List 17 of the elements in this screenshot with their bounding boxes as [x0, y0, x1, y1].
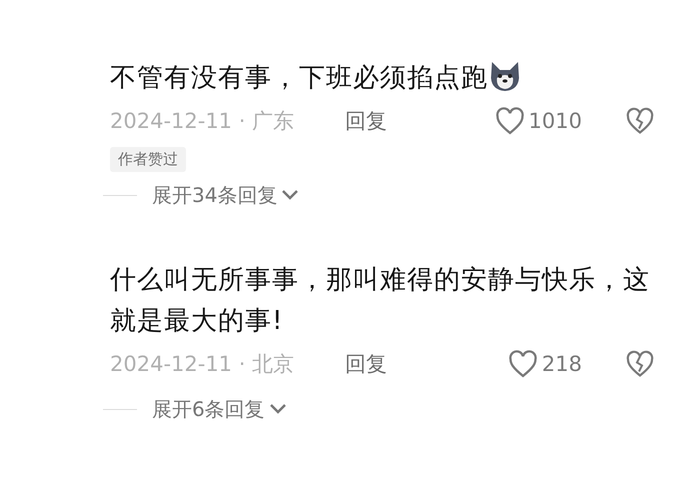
comment-text: 什么叫无所事事，那叫难得的安静与快乐，这就是最大的事!	[110, 264, 651, 338]
expand-replies-link[interactable]: 展开34条回复	[152, 182, 278, 208]
heart-icon[interactable]	[494, 107, 525, 135]
chevron-down-icon[interactable]	[281, 189, 300, 201]
heart-icon[interactable]	[508, 350, 538, 378]
chevron-down-icon[interactable]	[268, 403, 287, 415]
date-location: 2024-12-11 · 北京	[110, 351, 296, 378]
like-count: 218	[542, 352, 582, 376]
reply-link[interactable]: 回复	[345, 107, 387, 135]
date-location: 2024-12-11 · 广东	[110, 108, 296, 135]
like-count: 1010	[528, 109, 582, 133]
comment-text: 不管有没有事，下班必须掐点跑	[110, 58, 666, 99]
reply-link[interactable]: 回复	[345, 350, 387, 378]
broken-heart-icon[interactable]	[626, 107, 654, 135]
expand-replies-link[interactable]: 展开6条回复	[152, 396, 265, 422]
author-liked-badge: 作者赞过	[110, 147, 186, 172]
broken-heart-icon[interactable]	[626, 350, 654, 378]
